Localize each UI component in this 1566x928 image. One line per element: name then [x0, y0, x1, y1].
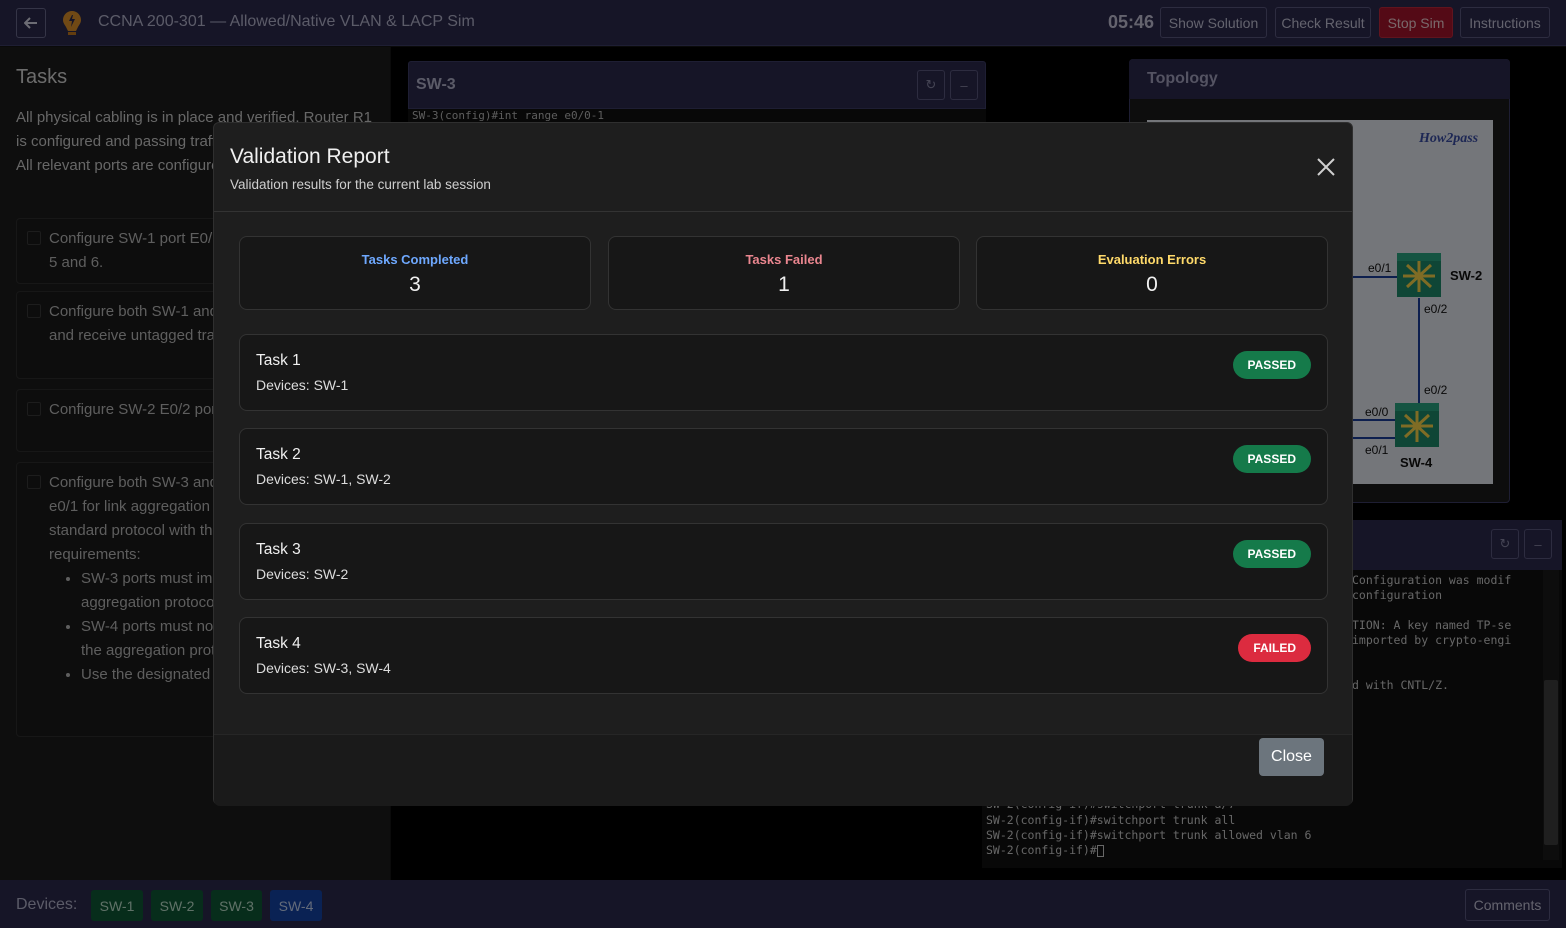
stat-label: Evaluation Errors — [1097, 252, 1207, 267]
task-result-devices: Devices: SW-2 — [256, 566, 349, 582]
close-icon[interactable] — [1314, 155, 1338, 179]
stat-label: Tasks Failed — [745, 252, 823, 267]
status-badge: FAILED — [1238, 634, 1311, 662]
validation-report-modal: Validation Report Validation results for… — [213, 122, 1353, 806]
stat-value: 0 — [1146, 273, 1158, 296]
stat-evaluation-errors: Evaluation Errors 0 — [976, 236, 1328, 310]
stat-tasks-failed: Tasks Failed 1 — [608, 236, 960, 310]
task-result-devices: Devices: SW-3, SW-4 — [256, 660, 391, 676]
task-result-row: Task 1 Devices: SW-1 PASSED — [239, 334, 1328, 411]
task-result-name: Task 1 — [256, 352, 301, 369]
task-result-name: Task 3 — [256, 541, 301, 558]
task-result-row: Task 4 Devices: SW-3, SW-4 FAILED — [239, 617, 1328, 694]
status-badge: PASSED — [1232, 445, 1311, 473]
close-button[interactable]: Close — [1259, 738, 1324, 776]
modal-footer — [214, 734, 1352, 806]
modal-title: Validation Report — [230, 145, 390, 168]
modal-subtitle: Validation results for the current lab s… — [230, 177, 491, 192]
stat-tasks-completed: Tasks Completed 3 — [239, 236, 591, 310]
task-result-name: Task 2 — [256, 446, 301, 463]
status-badge: PASSED — [1232, 351, 1311, 379]
stat-label: Tasks Completed — [361, 252, 469, 267]
modal-header: Validation Report Validation results for… — [214, 123, 1352, 212]
task-result-devices: Devices: SW-1, SW-2 — [256, 471, 391, 487]
task-result-devices: Devices: SW-1 — [256, 377, 349, 393]
stat-value: 3 — [409, 273, 421, 296]
stat-value: 1 — [778, 273, 790, 296]
status-badge: PASSED — [1232, 540, 1311, 568]
task-result-row: Task 2 Devices: SW-1, SW-2 PASSED — [239, 428, 1328, 505]
task-result-row: Task 3 Devices: SW-2 PASSED — [239, 523, 1328, 600]
task-result-name: Task 4 — [256, 635, 301, 652]
